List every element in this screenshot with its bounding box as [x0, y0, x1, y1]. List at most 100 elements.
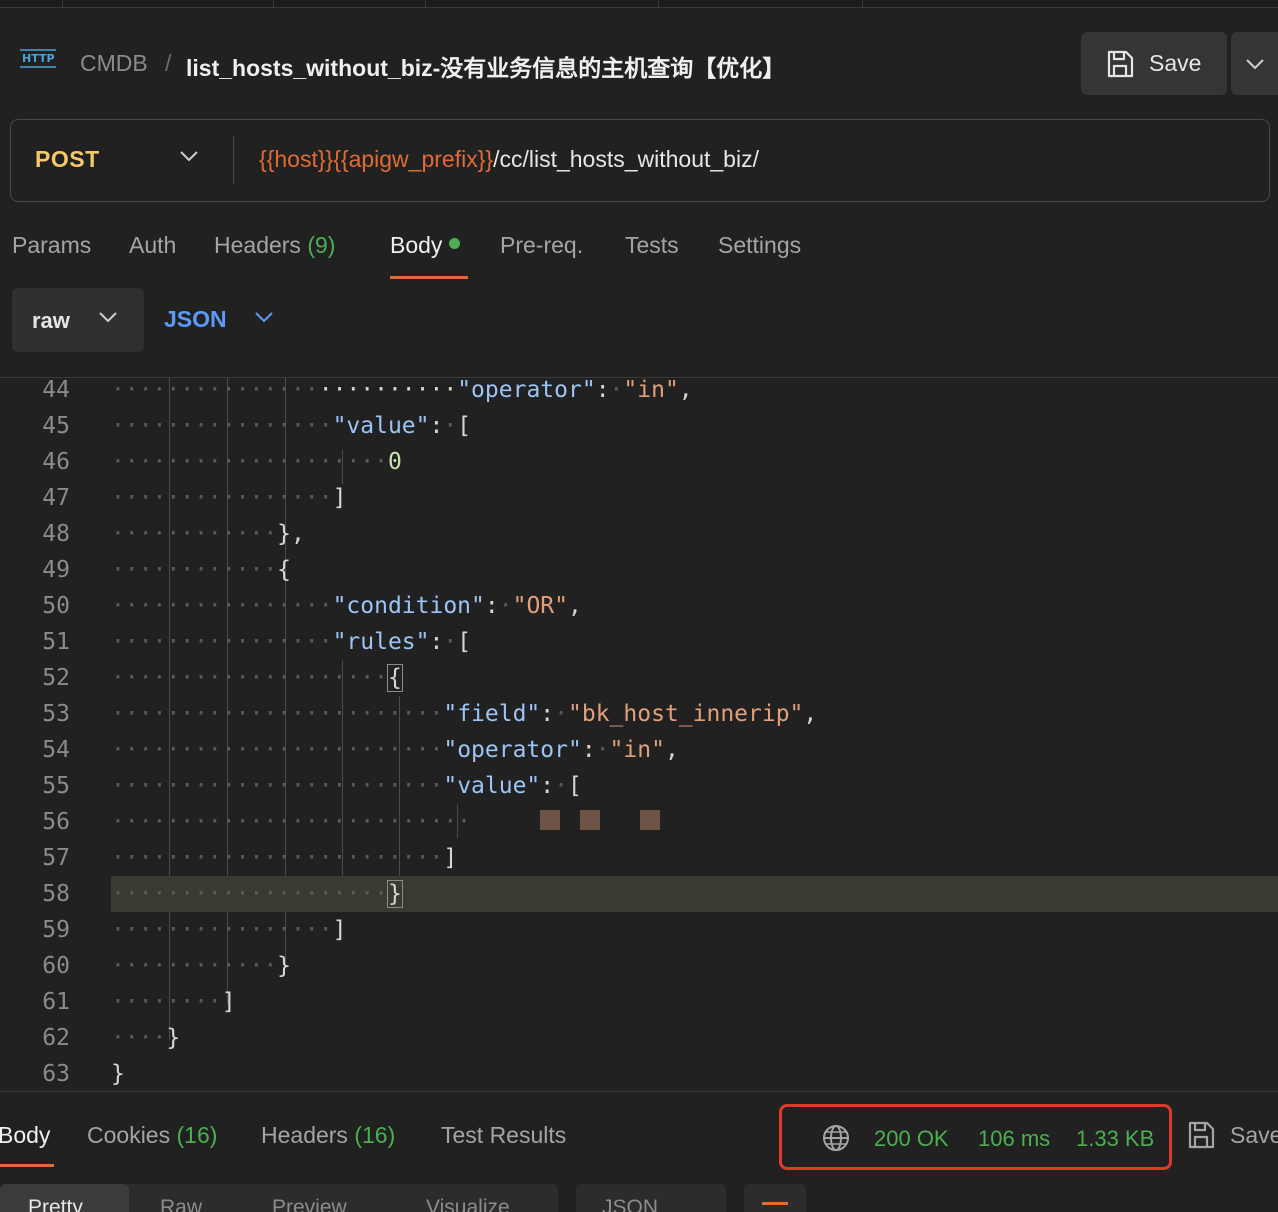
save-icon	[1188, 1121, 1215, 1149]
code-line: 54 ························"operator":·"…	[0, 732, 1278, 768]
line-number: 56	[42, 809, 70, 835]
response-status-code[interactable]: 200 OK	[874, 1126, 949, 1152]
code-line: 60 ············}	[0, 948, 1278, 984]
line-number: 52	[42, 665, 70, 691]
response-view-tabs: Pretty Raw Preview Visualize	[0, 1184, 558, 1212]
code-line: 61 ········]	[0, 984, 1278, 1020]
line-number: 44	[42, 377, 70, 403]
tab-body-label: Body	[390, 232, 443, 258]
line-number: 59	[42, 917, 70, 943]
url-bar: POST {{host}}{{apigw_prefix}}/cc/list_ho…	[10, 119, 1270, 202]
tab-headers[interactable]: Headers (9)	[214, 232, 335, 259]
body-mode-select[interactable]: raw	[12, 288, 144, 352]
line-number: 58	[42, 881, 70, 907]
response-tab-body[interactable]: Body	[0, 1122, 50, 1149]
breadcrumb-collection[interactable]: CMDB	[80, 50, 148, 77]
response-time[interactable]: 106 ms	[978, 1126, 1050, 1152]
code-line: 57 ························]	[0, 840, 1278, 876]
code-line: 46 ····················0	[0, 444, 1278, 480]
code-line: 53 ························"field":·"bk_…	[0, 696, 1278, 732]
url-divider	[233, 136, 234, 184]
url-variable-host: {{host}}	[259, 146, 334, 172]
line-number: 50	[42, 593, 70, 619]
redacted-value	[540, 810, 560, 830]
save-response-button[interactable]: Save	[1186, 1120, 1278, 1150]
cookies-label: Cookies	[87, 1122, 171, 1148]
code-line: 44 ·························"operator":·…	[0, 377, 1278, 408]
code-line: 51 ················"rules":·[	[0, 624, 1278, 660]
tab-body[interactable]: Body	[390, 232, 461, 259]
request-title[interactable]: list_hosts_without_biz-没有业务信息的主机查询【优化】	[186, 49, 785, 83]
code-line: 48 ············},	[0, 516, 1278, 552]
modified-dot	[449, 238, 461, 249]
body-mode-label: raw	[32, 308, 70, 333]
response-size[interactable]: 1.33 KB	[1076, 1126, 1154, 1152]
code-line: 47 ················]	[0, 480, 1278, 516]
redacted-value	[640, 810, 660, 830]
body-language-label: JSON	[164, 306, 227, 332]
chevron-down-icon	[99, 312, 117, 323]
line-number: 60	[42, 953, 70, 979]
save-button[interactable]: Save	[1081, 32, 1227, 95]
line-number: 47	[42, 485, 70, 511]
breadcrumb-separator: /	[165, 50, 172, 76]
tab-divider	[658, 0, 659, 8]
tab-settings[interactable]: Settings	[718, 232, 801, 259]
redacted-value	[580, 810, 600, 830]
save-response-label: Save	[1230, 1121, 1278, 1148]
view-tab-preview[interactable]: Preview	[272, 1196, 347, 1212]
line-number: 46	[42, 449, 70, 475]
tab-divider	[62, 0, 63, 8]
response-headers-count: (16)	[354, 1122, 396, 1148]
code-line: 55 ························"value":·[	[0, 768, 1278, 804]
chevron-down-icon	[1245, 58, 1264, 69]
code-line: 50 ················"condition":·"OR",	[0, 588, 1278, 624]
url-variable-prefix: {{apigw_prefix}}	[333, 146, 494, 172]
window-tab-strip	[0, 0, 1278, 8]
line-number: 54	[42, 737, 70, 763]
wrap-lines-button[interactable]	[744, 1184, 806, 1212]
url-input[interactable]: {{host}}{{apigw_prefix}}/cc/list_hosts_w…	[259, 146, 759, 173]
active-tab-indicator	[390, 276, 468, 279]
view-tab-raw[interactable]: Raw	[160, 1196, 202, 1212]
response-tab-headers[interactable]: Headers (16)	[261, 1122, 395, 1149]
url-path: /cc/list_hosts_without_biz/	[493, 146, 759, 172]
tab-divider	[425, 0, 426, 8]
code-line: 56 ··························	[0, 804, 1278, 840]
view-tab-pretty[interactable]: Pretty	[28, 1196, 83, 1212]
save-label: Save	[1149, 50, 1202, 76]
line-number: 48	[42, 521, 70, 547]
code-line-current: 58 ····················}	[0, 876, 1278, 912]
line-number: 53	[42, 701, 70, 727]
tab-auth[interactable]: Auth	[129, 232, 176, 259]
save-options-button[interactable]	[1231, 32, 1278, 95]
response-tab-cookies[interactable]: Cookies (16)	[87, 1122, 217, 1149]
tab-tests[interactable]: Tests	[625, 232, 679, 259]
response-tab-test-results[interactable]: Test Results	[441, 1122, 566, 1149]
body-editor[interactable]: 44 ·························"operator":·…	[0, 377, 1278, 1091]
tab-divider	[862, 0, 863, 8]
line-number: 45	[42, 413, 70, 439]
line-number: 55	[42, 773, 70, 799]
response-headers-label: Headers	[261, 1122, 348, 1148]
view-tab-visualize[interactable]: Visualize	[426, 1196, 510, 1212]
line-number: 63	[42, 1061, 70, 1087]
tab-params[interactable]: Params	[12, 232, 91, 259]
globe-icon[interactable]	[822, 1124, 850, 1152]
method-selector[interactable]: POST	[35, 146, 100, 173]
chevron-down-icon[interactable]	[179, 150, 199, 162]
line-number: 61	[42, 989, 70, 1015]
svg-text:HTTP: HTTP	[22, 52, 55, 65]
response-status-summary: 200 OK 106 ms 1.33 KB	[779, 1104, 1172, 1170]
response-format-label: JSON	[602, 1196, 659, 1212]
line-number: 62	[42, 1025, 70, 1051]
matched-bracket: }	[386, 880, 403, 908]
response-format-select[interactable]: JSON	[576, 1184, 726, 1212]
line-number: 51	[42, 629, 70, 655]
response-view-controls: Pretty Raw Preview Visualize JSON	[0, 1184, 1278, 1212]
active-response-tab-indicator	[0, 1164, 54, 1167]
cookies-count: (16)	[176, 1122, 218, 1148]
tab-prereq[interactable]: Pre-req.	[500, 232, 583, 259]
http-icon: HTTP	[20, 49, 56, 68]
save-icon	[1107, 50, 1134, 77]
